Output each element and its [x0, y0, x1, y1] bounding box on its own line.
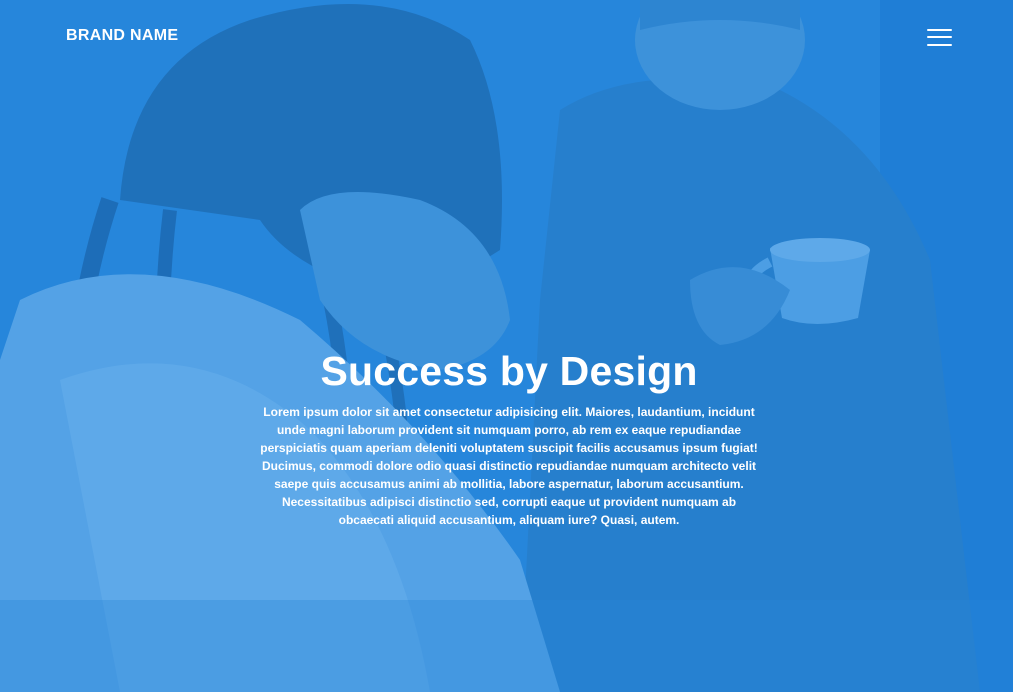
top-navbar: BRAND NAME: [0, 0, 1013, 75]
hamburger-menu-icon: [927, 29, 952, 31]
hamburger-menu-button[interactable]: [920, 22, 958, 52]
hero-headline: Success by Design: [320, 348, 698, 394]
hero-section: BRAND NAME Success by Design Lorem ipsum…: [0, 0, 1013, 692]
hero-content: Success by Design Lorem ipsum dolor sit …: [250, 345, 768, 529]
hero-body-text: Lorem ipsum dolor sit amet consectetur a…: [260, 405, 758, 527]
brand-logo-link[interactable]: BRAND NAME: [66, 27, 178, 45]
